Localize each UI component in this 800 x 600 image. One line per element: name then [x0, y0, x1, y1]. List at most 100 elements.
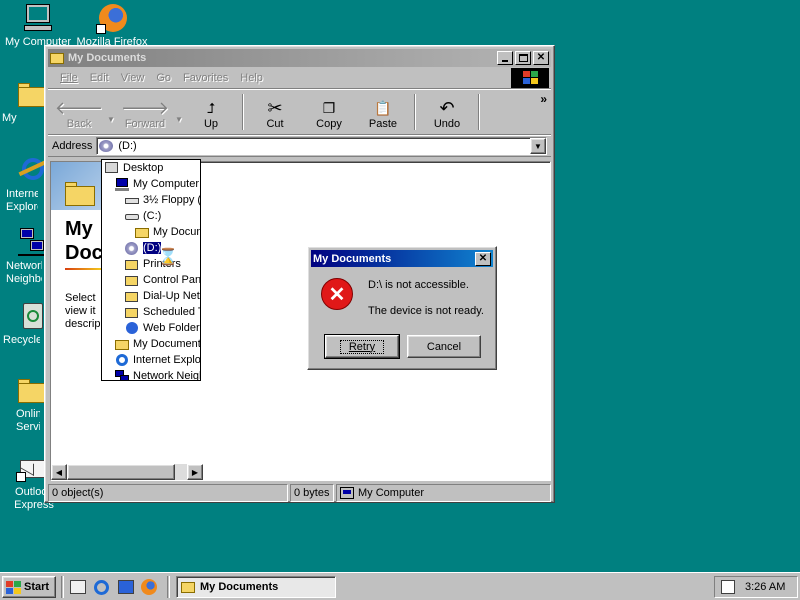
webview-desc-line1: Select: [65, 292, 96, 304]
quicklaunch-ie-button[interactable]: [94, 576, 112, 598]
close-icon: ✕: [478, 252, 488, 264]
copy-icon: ❐: [322, 100, 336, 116]
menu-edit[interactable]: Edit: [84, 72, 115, 84]
address-input[interactable]: (D:) ▼: [96, 137, 547, 155]
desktop-icon: [104, 161, 120, 175]
tree-item-dialup[interactable]: Dial-Up Networking: [124, 288, 200, 304]
forward-arrow-icon: 🡒: [120, 98, 170, 118]
menu-bar: File Edit View Go Favorites Help: [48, 67, 551, 89]
tree-item-desktop[interactable]: Desktop: [104, 160, 163, 176]
forward-button[interactable]: 🡒 Forward: [116, 92, 174, 132]
menu-favorites[interactable]: Favorites: [177, 72, 234, 84]
dialog-titlebar[interactable]: My Documents ✕: [311, 250, 493, 267]
tree-item-label: My Documents: [133, 338, 201, 350]
tree-item-label: 3½ Floppy (A:): [143, 194, 201, 206]
taskbar: Start My Documents 3:26 AM: [0, 572, 800, 600]
ie-icon: [94, 579, 109, 595]
desktop-icon-label: Online Services: [16, 408, 40, 433]
paste-button[interactable]: 📋 Paste: [356, 92, 410, 132]
scheduler-tray-icon[interactable]: [721, 580, 735, 594]
address-dropdown-button[interactable]: ▼: [530, 138, 546, 154]
hourglass-cursor-icon: ⌛: [158, 249, 178, 266]
tree-item-my-documents[interactable]: My Documents: [134, 224, 200, 240]
dialog-title: My Documents: [313, 252, 392, 265]
desktop-icon-my-computer[interactable]: My Computer: [0, 2, 76, 49]
back-button[interactable]: 🡐 Back: [52, 92, 106, 132]
tree-item-d-drive[interactable]: (D:): [124, 240, 163, 256]
copy-button[interactable]: ❐ Copy: [302, 92, 356, 132]
task-label: My Documents: [200, 581, 279, 593]
tree-item-internet-explorer[interactable]: Internet Explorer: [114, 352, 200, 368]
web-folders-icon: [124, 321, 140, 335]
forward-dropdown[interactable]: ▼: [174, 92, 184, 132]
scheduled-tasks-icon: [124, 305, 140, 319]
show-desktop-button[interactable]: [70, 576, 88, 598]
control-panel-icon: [124, 273, 140, 287]
window-titlebar[interactable]: My Documents ✕: [48, 49, 551, 67]
tree-item-web-folders[interactable]: Web Folders: [124, 320, 200, 336]
show-desktop-icon: [70, 580, 86, 594]
tree-item-my-documents-root[interactable]: My Documents: [114, 336, 201, 352]
desktop-icon-label: Network Neighborhood: [6, 260, 42, 285]
minimize-button[interactable]: [497, 51, 513, 65]
scroll-left-button[interactable]: ◀: [51, 464, 67, 480]
cancel-button[interactable]: Cancel: [407, 335, 481, 358]
standard-toolbar: 🡐 Back ▼ 🡒 Forward ▼ ⮥ Up ✂ Cut ❐ Copy 📋 Paste…: [48, 89, 551, 135]
tree-item-label: Network Neighborhood: [133, 370, 200, 381]
retry-button[interactable]: Retry: [324, 334, 400, 359]
address-dropdown-list[interactable]: Desktop My Computer 3½ Floppy (A:) (C:) …: [101, 159, 201, 381]
up-button[interactable]: ⮥ Up: [184, 92, 238, 132]
address-bar: Address (D:) ▼: [48, 135, 551, 157]
webview-title-line1: My: [65, 218, 93, 240]
start-button[interactable]: Start: [2, 576, 56, 598]
cut-button[interactable]: ✂ Cut: [248, 92, 302, 132]
scroll-thumb[interactable]: [67, 464, 175, 480]
close-button[interactable]: ✕: [533, 51, 549, 65]
error-dialog[interactable]: My Documents ✕ ✕ D:\ is not accessible. …: [307, 246, 497, 370]
address-label: Address: [52, 140, 93, 152]
tree-item-control-panel[interactable]: Control Panel: [124, 272, 200, 288]
menu-file[interactable]: File: [54, 72, 84, 84]
windows-logo-icon: [6, 580, 21, 594]
forward-label: Forward: [124, 118, 166, 130]
cdrom-icon: [124, 241, 140, 255]
up-label: Up: [203, 118, 219, 130]
chevron-down-icon: ▼: [534, 141, 542, 151]
undo-button[interactable]: ↶ Undo: [420, 92, 474, 132]
tree-item-floppy[interactable]: 3½ Floppy (A:): [124, 192, 201, 208]
dialog-close-button[interactable]: ✕: [475, 251, 491, 266]
maximize-button[interactable]: [515, 51, 531, 65]
horizontal-scrollbar[interactable]: ◀ ▶: [51, 464, 203, 480]
tree-item-scheduled-tasks[interactable]: Scheduled Tasks: [124, 304, 200, 320]
cut-label: Cut: [266, 118, 284, 130]
toolbar-separator: [478, 94, 480, 130]
arrow-left-icon: ◀: [55, 467, 63, 477]
taskbar-separator: [167, 576, 170, 598]
tree-item-label: My Computer: [133, 178, 200, 190]
webview-title-line2: Doc: [65, 242, 103, 264]
toolbar-overflow-button[interactable]: »: [540, 92, 547, 132]
desktop-icon-firefox[interactable]: ↗ Mozilla Firefox: [74, 2, 150, 49]
quicklaunch-firefox-button[interactable]: [141, 576, 159, 598]
chevron-down-icon: ▼: [175, 115, 183, 124]
menu-help[interactable]: Help: [234, 72, 269, 84]
tree-item-my-computer[interactable]: My Computer: [114, 176, 199, 192]
tree-item-network[interactable]: Network Neighborhood: [114, 368, 200, 381]
harddisk-icon: [124, 209, 140, 223]
taskbar-task-my-documents[interactable]: My Documents: [176, 576, 336, 598]
quicklaunch-channels-button[interactable]: [118, 576, 136, 598]
clock[interactable]: 3:26 AM: [745, 581, 785, 593]
tree-item-c-drive[interactable]: (C:): [124, 208, 161, 224]
chevron-down-icon: ▼: [107, 115, 115, 124]
back-dropdown[interactable]: ▼: [106, 92, 116, 132]
tree-item-label: (C:): [143, 210, 162, 222]
web-view-panel: My Doc Select view it descrip: [51, 162, 106, 464]
error-icon: ✕: [321, 278, 353, 310]
menu-view[interactable]: View: [115, 72, 151, 84]
cancel-label: Cancel: [426, 340, 462, 353]
toolbar-separator: [242, 94, 244, 130]
copy-label: Copy: [316, 118, 342, 130]
channels-icon: [118, 580, 134, 594]
scroll-right-button[interactable]: ▶: [187, 464, 203, 480]
menu-go[interactable]: Go: [150, 72, 177, 84]
